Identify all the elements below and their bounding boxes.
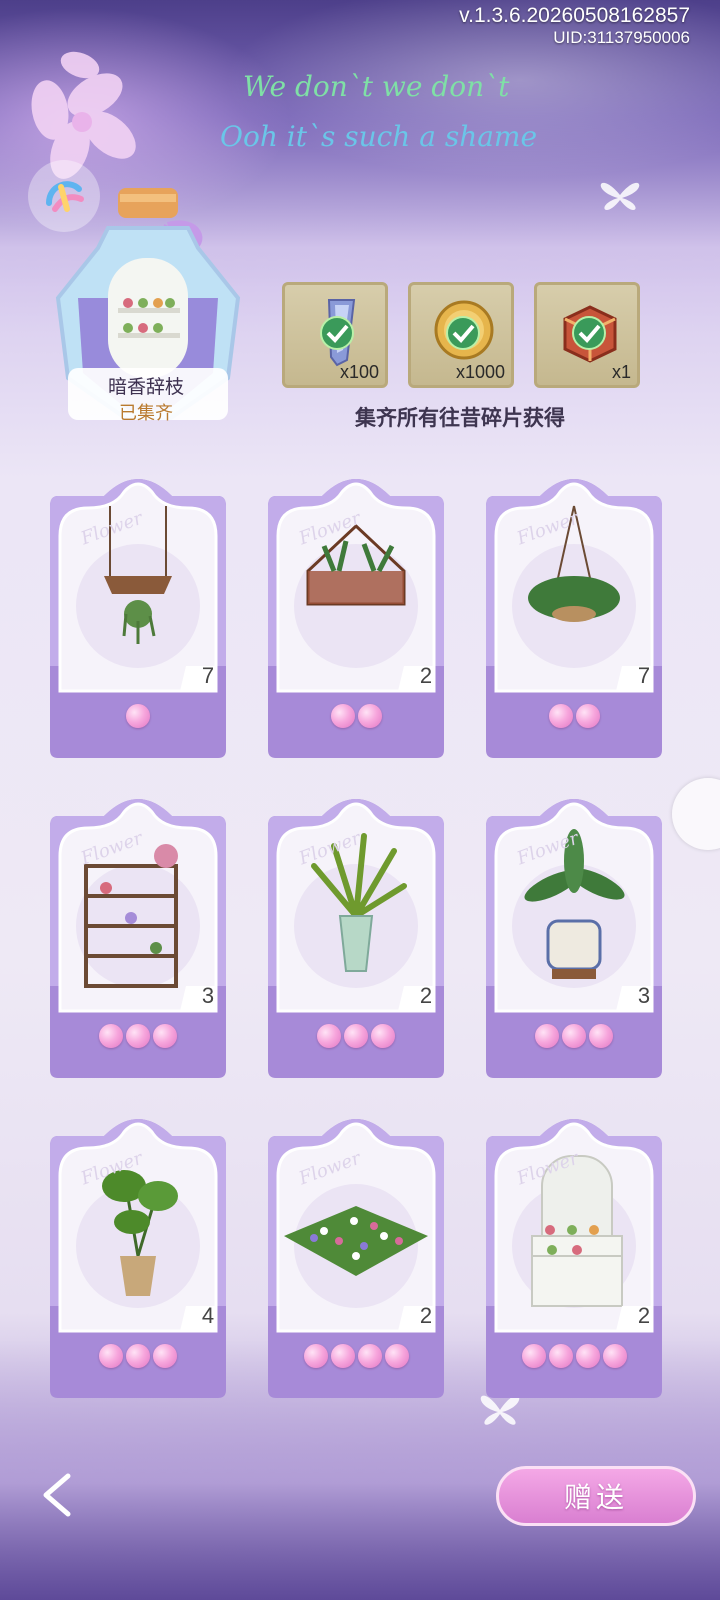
pearl-icon — [126, 704, 150, 728]
pearl-icon — [371, 1024, 395, 1048]
pearl-icon — [575, 1344, 600, 1368]
back-arrow-icon[interactable] — [32, 1468, 86, 1522]
collection-name: 暗香辞枝 — [107, 376, 184, 398]
butterfly-decoration-icon — [600, 182, 640, 211]
pearl-icon — [126, 1024, 150, 1048]
pearl-icon — [575, 704, 600, 728]
version-text: v.1.3.6.20260508162857 — [459, 4, 690, 27]
rarity-pearls — [44, 704, 232, 728]
pearl-icon — [99, 1344, 123, 1368]
pearl-icon — [344, 1024, 368, 1048]
card-count: 3 — [201, 983, 215, 1008]
rarity-pearls — [480, 1344, 668, 1368]
pearl-icon — [330, 1344, 355, 1368]
reward-count: x1000 — [455, 362, 505, 382]
check-icon — [446, 316, 480, 350]
fragment-card[interactable]: Flower 7 — [44, 466, 232, 758]
fragment-card[interactable]: Flower 3 — [44, 786, 232, 1078]
pearl-icon — [548, 1344, 573, 1368]
pearl-icon — [153, 1024, 177, 1048]
fragment-card[interactable]: Flower 2 — [480, 1106, 668, 1398]
card-count: 7 — [637, 663, 651, 688]
card-count: 2 — [419, 1303, 433, 1328]
rarity-pearls — [44, 1344, 232, 1368]
pearl-icon — [330, 704, 355, 728]
pearl-icon — [357, 1344, 382, 1368]
pearl-icon — [126, 1344, 150, 1368]
rewards-caption: 集齐所有往昔碎片获得 — [355, 406, 565, 430]
reward-item[interactable]: x1000 — [408, 282, 514, 388]
card-count: 2 — [637, 1303, 651, 1328]
pearl-icon — [535, 1024, 559, 1048]
fragment-card[interactable]: Flower 2 — [262, 466, 450, 758]
card-count: 2 — [419, 983, 433, 1008]
fragment-card[interactable]: Flower 7 — [480, 466, 668, 758]
reward-count: x1 — [611, 362, 631, 382]
rarity-pearls — [262, 1344, 450, 1368]
pearl-icon — [548, 704, 573, 728]
fragment-card[interactable]: Flower 4 — [44, 1106, 232, 1398]
reward-item[interactable]: x100 — [282, 282, 388, 388]
pearl-icon — [303, 1344, 328, 1368]
side-panel-tab[interactable] — [672, 778, 720, 850]
pearl-icon — [602, 1344, 627, 1368]
check-icon — [320, 316, 354, 350]
collection-status: 已集齐 — [119, 403, 173, 424]
pearl-icon — [589, 1024, 613, 1048]
uid-text: UID:31137950006 — [553, 28, 690, 47]
pearl-icon — [153, 1344, 177, 1368]
pearl-icon — [99, 1024, 123, 1048]
fragment-card[interactable]: Flower 2 — [262, 786, 450, 1078]
rarity-pearls — [480, 704, 668, 728]
card-count: 2 — [419, 663, 433, 688]
pearl-icon — [562, 1024, 586, 1048]
lyric-line-2: Ooh it`s such a shame — [220, 120, 538, 153]
rarity-pearls — [44, 1024, 232, 1048]
pearl-icon — [521, 1344, 546, 1368]
reward-count: x100 — [339, 362, 379, 382]
fragment-card[interactable]: Flower 3 — [480, 786, 668, 1078]
pearl-icon — [357, 704, 382, 728]
card-count: 4 — [201, 1303, 215, 1328]
fragment-card[interactable]: Flower 2 — [262, 1106, 450, 1398]
card-count: 3 — [637, 983, 651, 1008]
pearl-icon — [384, 1344, 409, 1368]
check-icon — [572, 316, 606, 350]
collection-label: 暗香辞枝 已集齐 — [76, 372, 216, 425]
rarity-pearls — [480, 1024, 668, 1048]
rarity-pearls — [262, 704, 450, 728]
pearl-icon — [317, 1024, 341, 1048]
version-info: v.1.3.6.20260508162857 UID:31137950006 — [459, 4, 690, 48]
gift-button[interactable]: 赠送 — [496, 1466, 696, 1526]
card-count: 7 — [201, 663, 215, 688]
lyric-line-1: We don`t we don`t — [243, 70, 510, 103]
rarity-pearls — [262, 1024, 450, 1048]
reward-item[interactable]: x1 — [534, 282, 640, 388]
